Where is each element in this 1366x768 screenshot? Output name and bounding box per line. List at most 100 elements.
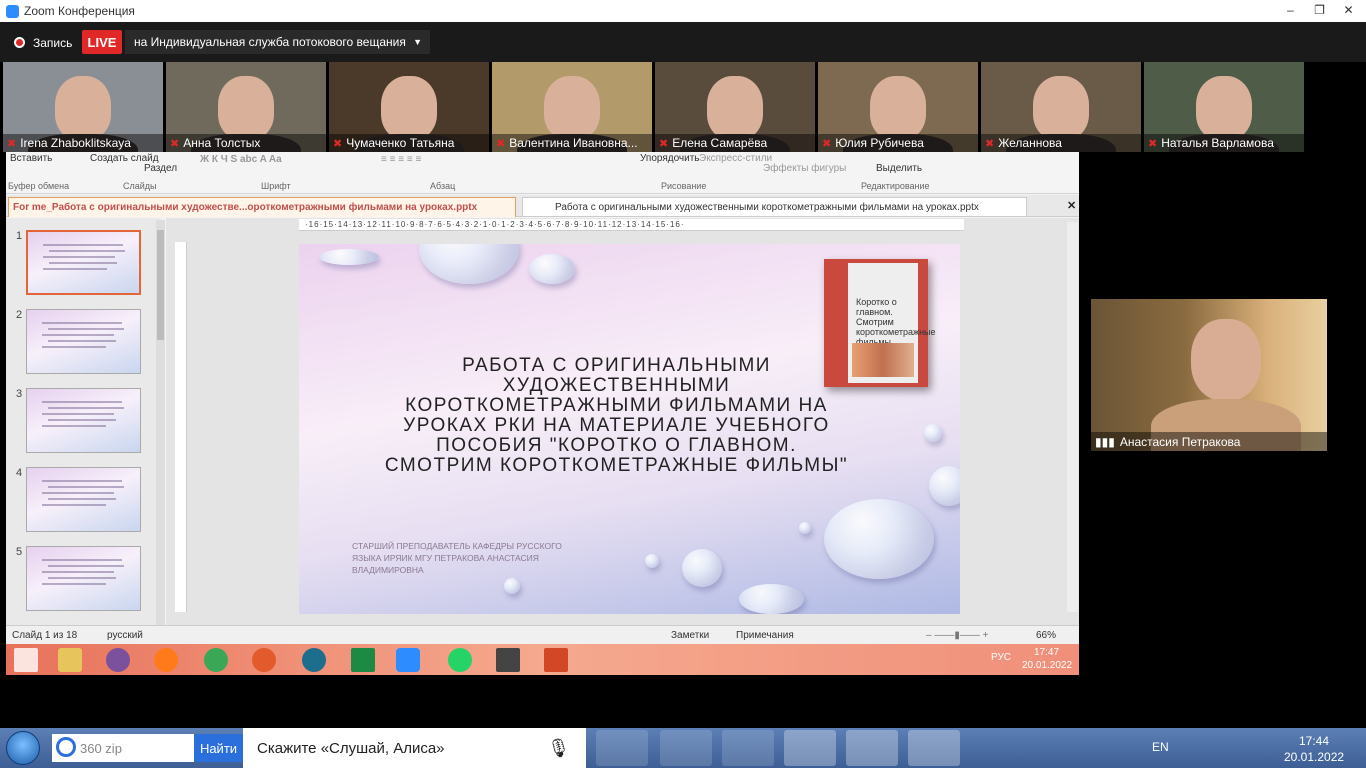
muted-mic-icon: ✖ <box>985 137 995 150</box>
start-button[interactable] <box>6 731 40 765</box>
thumbnail-number: 4 <box>16 467 23 479</box>
paste-button[interactable]: Вставить <box>10 153 52 164</box>
current-slide[interactable]: Работа с оригинальными художественными к… <box>299 244 960 614</box>
editor-scrollbar[interactable] <box>1067 222 1078 612</box>
shared-screen-taskbar: РУС 17:47 20.01.2022 <box>6 644 1079 675</box>
slide-thumbnail[interactable] <box>26 467 141 532</box>
signal-icon: ▮▮▮ <box>1095 434 1115 449</box>
alice-prompt: Скажите «Слушай, Алиса» <box>257 739 445 757</box>
participant-tile[interactable]: ✖ Елена Самарёва <box>655 62 815 152</box>
app-icon[interactable] <box>252 648 276 672</box>
stream-dropdown[interactable]: на Индивидуальная служба потокового веща… <box>125 30 430 54</box>
zoom-taskbar-icon[interactable] <box>396 648 420 672</box>
media-player-taskbar-icon[interactable] <box>596 730 648 766</box>
slide-thumbnail[interactable] <box>26 309 141 374</box>
participant-tile[interactable]: ✖ Наталья Варламова <box>1144 62 1304 152</box>
muted-mic-icon: ✖ <box>1148 137 1158 150</box>
select-button[interactable]: Выделить <box>876 163 922 174</box>
participant-name: Желаннова <box>998 136 1062 150</box>
slide-thumbnails-panel: 1 2 3 4 5 <box>6 218 161 625</box>
vertical-ruler <box>175 242 187 612</box>
system-clock[interactable]: 17:44 20.01.2022 <box>1284 733 1344 765</box>
shape-effects-button[interactable]: Эффекты фигуры <box>763 163 846 174</box>
participant-name: Наталья Варламова <box>1161 136 1274 150</box>
clipboard-group-label: Буфер обмена <box>8 181 70 191</box>
participant-name: Елена Самарёва <box>672 136 768 150</box>
paint-taskbar-icon[interactable] <box>846 730 898 766</box>
section-button[interactable]: Раздел <box>144 163 177 174</box>
participant-tile[interactable]: ✖ Валентина Ивановна... <box>492 62 652 152</box>
thumbnails-scrollbar[interactable] <box>156 220 165 625</box>
close-button[interactable]: ✕ <box>1335 1 1362 19</box>
muted-mic-icon: ✖ <box>659 137 669 150</box>
participant-tile[interactable]: ✖ Анна Толстых <box>166 62 326 152</box>
notes-button[interactable]: Заметки <box>671 630 709 641</box>
slide-subtitle[interactable]: Старший преподаватель кафедры русского я… <box>352 540 582 576</box>
video-editor-icon[interactable] <box>496 648 520 672</box>
microphone-icon[interactable]: 🎙 <box>547 738 570 759</box>
ribbon: Вставить Создать слайд Раздел Ж К Ч S ab… <box>6 152 1079 194</box>
spreadsheet-icon[interactable] <box>351 648 375 672</box>
tab-active-document[interactable]: For me_Работа с оригинальными художестве… <box>8 197 516 217</box>
participant-name: Юлия Рубичева <box>835 136 924 150</box>
close-tab-icon[interactable]: ✕ <box>1067 199 1076 212</box>
windows-logo-icon[interactable] <box>14 648 38 672</box>
folder-icon[interactable] <box>58 648 82 672</box>
alice-voice-bar[interactable]: Скажите «Слушай, Алиса» 🎙 <box>243 728 586 768</box>
comments-button[interactable]: Примечания <box>736 630 794 641</box>
participant-name: Чумаченко Татьяна <box>346 136 455 150</box>
inner-time: 17:47 <box>1034 647 1060 658</box>
muted-mic-icon: ✖ <box>170 137 180 150</box>
zoom-level[interactable]: 66% <box>1036 630 1056 641</box>
chrome-icon[interactable] <box>204 648 228 672</box>
minimize-button[interactable]: – <box>1277 1 1304 19</box>
participant-tile[interactable]: ✖ Чумаченко Татьяна <box>329 62 489 152</box>
slide-thumbnail[interactable] <box>26 230 141 295</box>
status-bar: Слайд 1 из 18 русский Заметки Примечания… <box>6 625 1079 644</box>
inner-date: 20.01.2022 <box>1022 660 1073 671</box>
express-styles-button[interactable]: Экспресс-стили <box>699 153 772 164</box>
participant-name: Анна Толстых <box>183 136 261 150</box>
search-button[interactable]: Найти <box>194 734 243 762</box>
record-icon[interactable] <box>14 37 25 48</box>
yandex-taskbar-icon[interactable] <box>722 730 774 766</box>
thumbnail-number: 2 <box>16 309 23 321</box>
chrome-taskbar-icon[interactable] <box>660 730 712 766</box>
thumbnail-number: 5 <box>16 546 23 558</box>
zoom-app-icon <box>6 4 19 18</box>
participant-tile[interactable]: ✖ Юлия Рубичева <box>818 62 978 152</box>
firefox-icon[interactable] <box>154 648 178 672</box>
shared-screen-powerpoint: Вставить Создать слайд Раздел Ж К Ч S ab… <box>6 152 1079 675</box>
arrange-button[interactable]: Упорядочить <box>640 153 700 164</box>
powerpoint-icon[interactable] <box>544 648 568 672</box>
viber-icon[interactable] <box>106 648 130 672</box>
speaker-video[interactable]: ▮▮▮ Анастасия Петракова <box>1091 299 1327 451</box>
zoom-title-bar: Zoom Конференция – ❐ ✕ <box>0 0 1366 22</box>
participant-tile[interactable]: ✖ Желаннова <box>981 62 1141 152</box>
book-cover-image[interactable]: Коротко о главном. Смотрим короткометраж… <box>824 259 936 387</box>
whatsapp-icon[interactable] <box>448 648 472 672</box>
app-icon-2[interactable] <box>302 648 326 672</box>
ie-search-icon <box>56 737 76 757</box>
language-status[interactable]: русский <box>107 630 143 641</box>
chevron-down-icon: ▼ <box>413 37 422 47</box>
record-label[interactable]: Запись <box>33 36 72 50</box>
maximize-button[interactable]: ❐ <box>1306 1 1333 19</box>
thumbnail-number: 3 <box>16 388 23 400</box>
slide-title[interactable]: Работа с оригинальными художественными к… <box>379 356 854 476</box>
tab-second-document[interactable]: Работа с оригинальными художественными к… <box>522 197 1027 217</box>
explorer-taskbar-icon[interactable] <box>908 730 960 766</box>
horizontal-ruler: ·16·15·14·13·12·11·10·9·8·7·6·5·4·3·2·1·… <box>299 219 964 231</box>
language-indicator[interactable]: EN <box>1152 740 1169 754</box>
editing-group-label: Редактирование <box>861 181 930 191</box>
participant-tile[interactable]: ✖ Irena Zhaboklitskaya <box>3 62 163 152</box>
paragraph-group-label: Абзац <box>430 181 456 191</box>
slide-thumbnail[interactable] <box>26 388 141 453</box>
zoom-app-taskbar-icon[interactable] <box>784 730 836 766</box>
slides-group-label: Слайды <box>123 181 157 191</box>
slide-thumbnail[interactable] <box>26 546 141 611</box>
participant-name: Irena Zhaboklitskaya <box>20 136 131 150</box>
inner-lang[interactable]: РУС <box>991 652 1011 663</box>
slide-counter: Слайд 1 из 18 <box>12 630 78 641</box>
muted-mic-icon: ✖ <box>496 137 506 150</box>
